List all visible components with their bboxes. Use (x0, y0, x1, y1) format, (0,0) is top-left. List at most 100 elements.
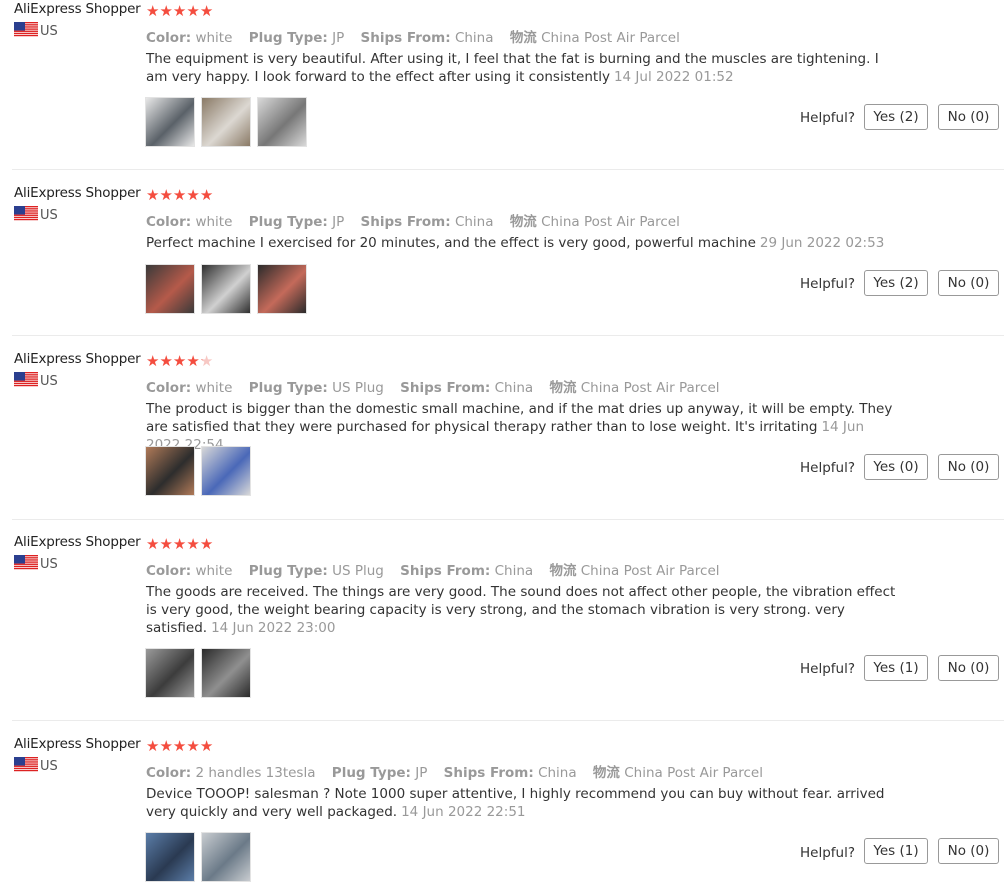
star-icon: ★ (199, 535, 214, 553)
star-icon: ★ (186, 186, 200, 204)
us-flag-icon (14, 206, 38, 221)
attr-ships-from: Ships From: China (400, 563, 534, 579)
helpful-yes-button[interactable]: Yes (2) (864, 104, 928, 130)
review-text: The equipment is very beautiful. After u… (146, 51, 879, 85)
helpful-no-button[interactable]: No (0) (938, 838, 999, 864)
star-icon: ★ (199, 186, 214, 204)
attr-logistics: 物流 China Post Air Parcel (549, 380, 720, 396)
review-text: The goods are received. The things are v… (146, 584, 896, 636)
star-icon: ★ (186, 2, 200, 20)
reviewer-country: US (14, 757, 58, 774)
device-screen-photo[interactable] (201, 648, 251, 698)
display-panel-photo[interactable] (257, 264, 307, 314)
attr-color: Color: white (146, 214, 233, 230)
star-icon: ★ (159, 186, 173, 204)
attr-ships-from: Ships From: China (443, 765, 577, 781)
white-device-console-photo[interactable] (145, 97, 195, 147)
review-photos (145, 264, 313, 314)
control-screen-photo[interactable] (145, 264, 195, 314)
attr-color: Color: white (146, 380, 233, 396)
star-icon: ★ (199, 352, 214, 370)
attr-plug-type: Plug Type: JP (331, 765, 428, 781)
attr-plug-type: Plug Type: US Plug (248, 380, 384, 396)
helpful-no-button[interactable]: No (0) (938, 104, 999, 130)
review-divider (12, 519, 1004, 520)
star-icon: ★ (199, 737, 214, 755)
attr-plug-type: Plug Type: US Plug (248, 563, 384, 579)
handle-applicator-photo[interactable] (257, 97, 307, 147)
review-divider (12, 720, 1004, 721)
star-icon: ★ (172, 352, 187, 370)
helpful-yes-button[interactable]: Yes (2) (864, 270, 928, 296)
review-text: Device TOOOP! salesman ? Note 1000 super… (146, 786, 885, 820)
handles-box-photo[interactable] (145, 648, 195, 698)
helpful-label: Helpful? (799, 661, 855, 677)
us-flag-icon (14, 22, 38, 37)
attr-plug-type: Plug Type: JP (248, 214, 345, 230)
star-icon: ★ (146, 535, 160, 553)
handle-closeup-photo[interactable] (201, 264, 251, 314)
reviewer-name: AliExpress Shopper (14, 351, 141, 367)
country-code: US (40, 557, 58, 572)
star-icon: ★ (199, 2, 214, 20)
touchscreen-photo[interactable] (145, 832, 195, 882)
device-front-photo[interactable] (201, 832, 251, 882)
country-code: US (40, 374, 58, 389)
star-icon: ★ (159, 535, 173, 553)
country-code: US (40, 24, 58, 39)
attr-color: Color: 2 handles 13tesla (146, 765, 316, 781)
review-divider (12, 169, 1004, 170)
star-icon: ★ (146, 737, 160, 755)
helpful-no-button[interactable]: No (0) (938, 655, 999, 681)
star-icon: ★ (186, 352, 200, 370)
helpful-yes-button[interactable]: Yes (1) (864, 655, 928, 681)
device-in-use-photo[interactable] (145, 446, 195, 496)
review-date: 14 Jul 2022 01:52 (613, 69, 734, 85)
star-icon: ★ (159, 352, 173, 370)
country-code: US (40, 208, 58, 223)
helpful-no-button[interactable]: No (0) (938, 270, 999, 296)
device-handle-photo[interactable] (201, 97, 251, 147)
review-date: 29 Jun 2022 02:53 (759, 235, 885, 251)
star-icon: ★ (172, 186, 187, 204)
sku-attributes: Color: white Plug Type: JP Ships From: C… (146, 210, 692, 230)
star-icon: ★ (172, 737, 187, 755)
star-rating: ★★★★★ (146, 1, 213, 21)
review-photos (145, 97, 313, 147)
attr-logistics: 物流 China Post Air Parcel (509, 214, 680, 230)
star-icon: ★ (159, 737, 173, 755)
star-icon: ★ (186, 737, 200, 755)
helpful-yes-button[interactable]: Yes (1) (864, 838, 928, 864)
review-text: The product is bigger than the domestic … (146, 401, 893, 453)
attr-logistics: 物流 China Post Air Parcel (509, 30, 680, 46)
country-code: US (40, 759, 58, 774)
attr-ships-from: Ships From: China (360, 214, 494, 230)
helpful-no-button[interactable]: No (0) (938, 454, 999, 480)
us-flag-icon (14, 372, 38, 387)
helpful-label: Helpful? (799, 276, 855, 292)
star-icon: ★ (146, 352, 160, 370)
helpful-label: Helpful? (799, 845, 855, 861)
helpful-yes-button[interactable]: Yes (0) (864, 454, 928, 480)
attr-color: Color: white (146, 30, 233, 46)
star-rating: ★★★★★ (146, 534, 213, 554)
reviewer-name: AliExpress Shopper (14, 185, 141, 201)
blue-screen-device-photo[interactable] (201, 446, 251, 496)
review-photos (145, 648, 257, 698)
attr-color: Color: white (146, 563, 233, 579)
star-icon: ★ (146, 186, 160, 204)
sku-attributes: Color: white Plug Type: US Plug Ships Fr… (146, 376, 732, 396)
attr-plug-type: Plug Type: JP (248, 30, 345, 46)
attr-ships-from: Ships From: China (360, 30, 494, 46)
reviewer-name: AliExpress Shopper (14, 1, 141, 17)
star-icon: ★ (172, 535, 187, 553)
review-photos (145, 446, 257, 496)
attr-ships-from: Ships From: China (400, 380, 534, 396)
us-flag-icon (14, 555, 38, 570)
reviewer-country: US (14, 22, 58, 39)
star-rating: ★★★★★ (146, 736, 213, 756)
sku-attributes: Color: 2 handles 13tesla Plug Type: JP S… (146, 761, 775, 781)
review-date: 14 Jun 2022 22:51 (401, 804, 526, 820)
star-icon: ★ (159, 2, 173, 20)
reviewer-name: AliExpress Shopper (14, 736, 141, 752)
